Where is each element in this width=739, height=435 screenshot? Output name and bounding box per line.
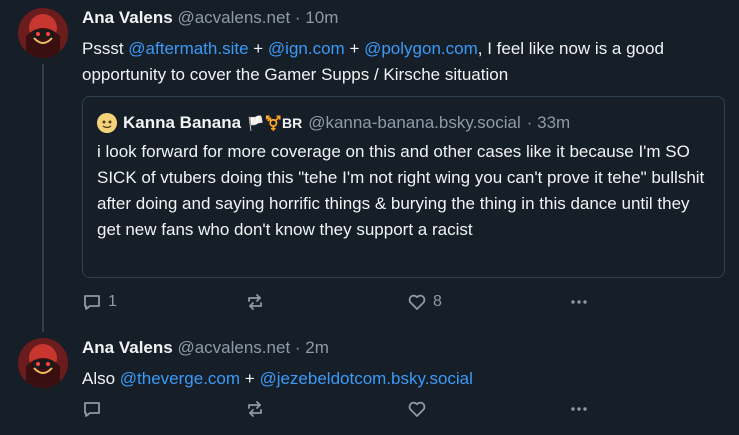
text-segment: + [240,369,260,388]
author-handle[interactable]: @acvalens.net [177,8,290,27]
repost-icon [245,292,265,312]
post-time[interactable]: · 2m [295,338,329,357]
like-button[interactable] [407,397,427,421]
like-icon [407,399,427,419]
quote-text: i look forward for more coverage on this… [97,142,705,239]
more-icon [569,399,589,419]
reply-icon [82,399,102,419]
post-actions: 1 8 [82,290,602,314]
thread-line [42,64,44,332]
mention-link[interactable]: @polygon.com [364,39,478,58]
mention-link[interactable]: @theverge.com [120,369,240,388]
repost-button[interactable] [245,397,265,421]
more-options-button[interactable] [569,290,589,314]
post-actions [82,397,602,421]
text-segment: + [248,39,268,58]
text-segment: Pssst [82,39,129,58]
post-header: Ana Valens @acvalens.net · 10m [82,8,338,28]
post-text: Also @theverge.com + @jezebeldotcom.bsky… [82,366,722,392]
text-segment: Also [82,369,120,388]
quote-avatar [97,113,117,133]
author-name[interactable]: Ana Valens [82,338,173,357]
avatar[interactable] [18,8,68,58]
quote-header: Kanna Banana 🏳️⚧️BR @kanna-banana.bsky.s… [97,113,570,133]
quote-author-flags: 🏳️⚧️BR [247,114,303,131]
repost-button[interactable] [245,290,265,314]
mention-link[interactable]: @jezebeldotcom.bsky.social [259,369,472,388]
like-button[interactable]: 8 [407,290,442,314]
quote-time: · 33m [526,113,571,132]
author-name[interactable]: Ana Valens [82,8,173,27]
quote-author-name: Kanna Banana [123,113,242,132]
mention-link[interactable]: @ign.com [268,39,345,58]
post-text: Pssst @aftermath.site + @ign.com + @poly… [82,36,722,88]
post-header: Ana Valens @acvalens.net · 2m [82,338,329,358]
mention-link[interactable]: @aftermath.site [128,39,248,58]
post[interactable]: Ana Valens @acvalens.net · 10m Pssst @af… [0,0,739,332]
reply-count: 1 [108,293,117,310]
quoted-post[interactable]: Kanna Banana 🏳️⚧️BR @kanna-banana.bsky.s… [82,96,725,278]
author-handle[interactable]: @acvalens.net [177,338,290,357]
reply-button[interactable]: 1 [82,290,117,314]
reply-icon [82,292,102,312]
like-count: 8 [433,293,442,310]
quote-author-handle: @kanna-banana.bsky.social [308,113,521,132]
repost-icon [245,399,265,419]
avatar[interactable] [18,338,68,388]
post-time[interactable]: · 10m [295,8,338,27]
post[interactable]: Ana Valens @acvalens.net · 2m Also @thev… [0,330,739,435]
more-options-button[interactable] [569,397,589,421]
text-segment: + [344,39,365,58]
like-icon [407,292,427,312]
more-icon [569,292,589,312]
reply-button[interactable] [82,397,102,421]
